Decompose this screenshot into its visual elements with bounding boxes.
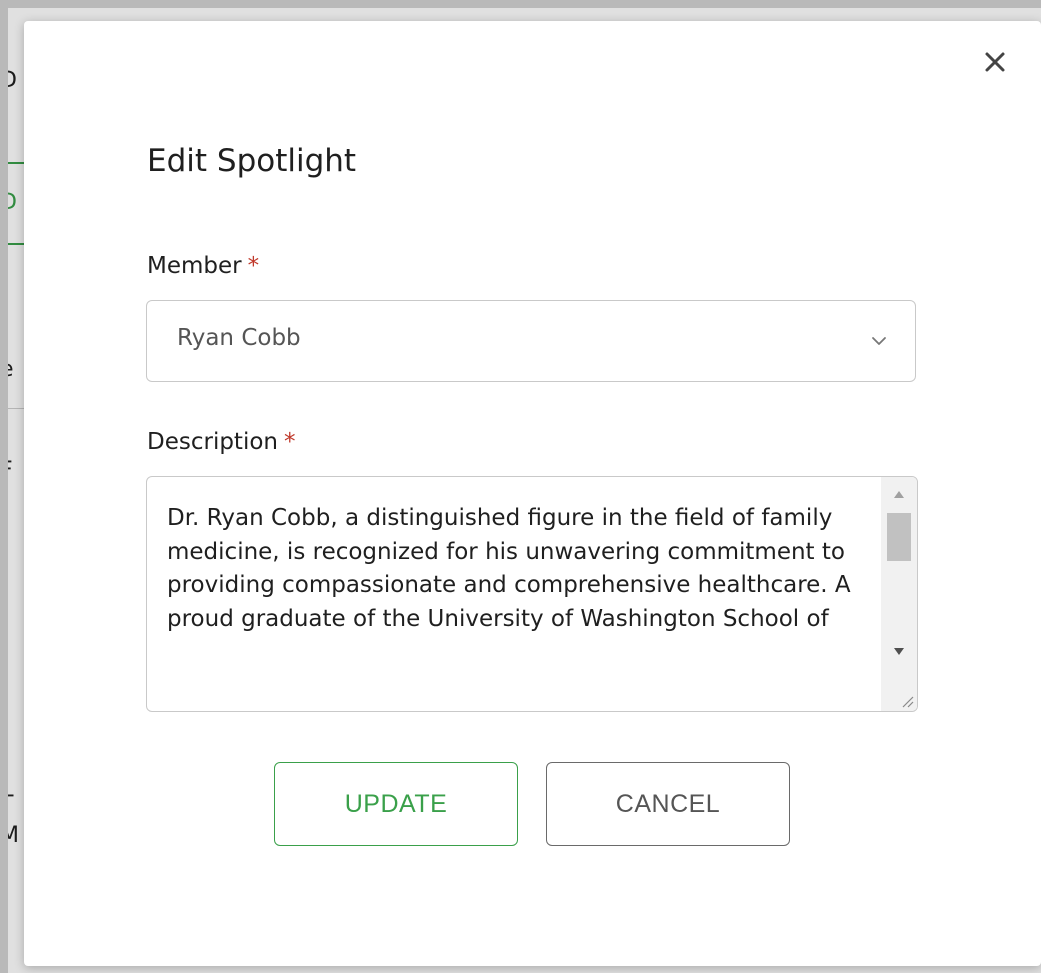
modal-title: Edit Spotlight <box>147 143 357 179</box>
scrollbar-thumb[interactable] <box>887 513 911 561</box>
update-button[interactable]: UPDATE <box>274 762 518 846</box>
backdrop-left-edge <box>0 0 8 973</box>
description-textarea[interactable]: Dr. Ryan Cobb, a distinguished figure in… <box>146 476 918 712</box>
description-label-text: Description <box>147 429 278 455</box>
member-label-text: Member <box>147 253 242 279</box>
textarea-scrollbar[interactable] <box>881 477 917 711</box>
required-asterisk: * <box>247 253 260 279</box>
scroll-up-arrow-icon[interactable] <box>891 487 907 503</box>
member-label: Member * <box>147 253 259 279</box>
backdrop-top-edge <box>0 0 1041 8</box>
close-icon <box>985 52 1005 72</box>
required-asterisk: * <box>284 429 296 455</box>
description-label: Description * <box>147 429 296 455</box>
close-button[interactable] <box>981 48 1011 78</box>
edit-spotlight-modal: Edit Spotlight Member * Ryan Cobb Descrip… <box>24 21 1041 966</box>
chevron-down-icon <box>872 337 886 345</box>
resize-grip-icon[interactable] <box>899 693 915 709</box>
member-select-value: Ryan Cobb <box>177 325 301 351</box>
description-text: Dr. Ryan Cobb, a distinguished figure in… <box>167 505 858 632</box>
scroll-down-arrow-icon[interactable] <box>891 643 907 659</box>
member-select[interactable]: Ryan Cobb <box>146 300 916 382</box>
cancel-button[interactable]: CANCEL <box>546 762 790 846</box>
